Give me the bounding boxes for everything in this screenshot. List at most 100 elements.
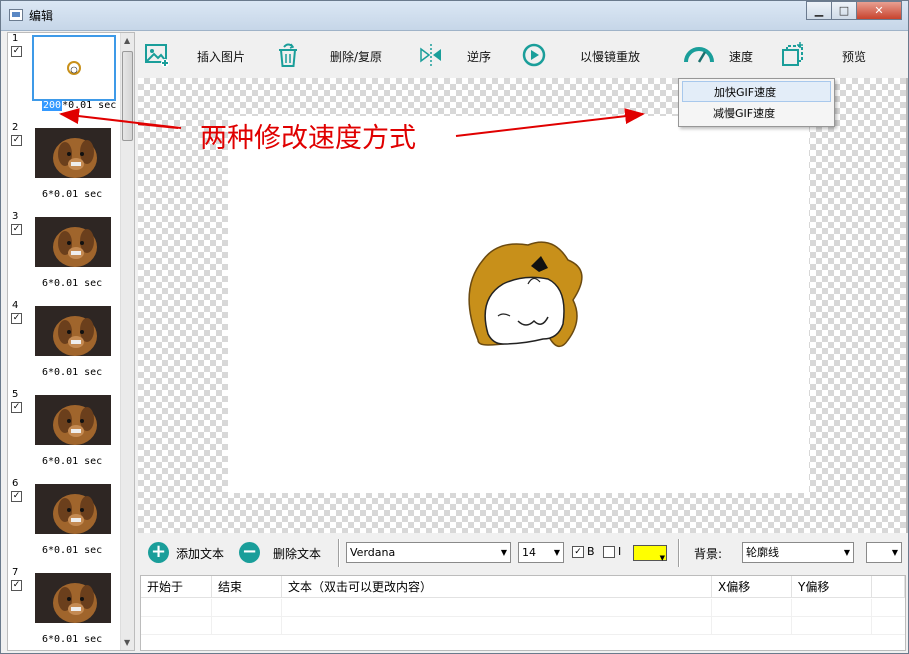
- dog-image: [35, 306, 111, 356]
- dog-thumbnail[interactable]: [35, 395, 111, 445]
- insert-image-button[interactable]: 插入图片: [197, 48, 245, 65]
- slow-replay-button[interactable]: 以慢镜重放: [580, 48, 640, 65]
- title-bar: 编辑 ▁ □ ✕: [1, 1, 908, 31]
- canvas-scrollbar[interactable]: [906, 78, 908, 533]
- frame-delay[interactable]: 6*0.01 sec: [42, 367, 102, 378]
- table-row[interactable]: [141, 599, 905, 617]
- frame-checkbox[interactable]: ✓: [11, 46, 22, 57]
- dog-thumbnail[interactable]: [35, 306, 111, 356]
- italic-checkbox[interactable]: [603, 546, 615, 558]
- delete-text-button[interactable]: 删除文本: [273, 545, 321, 562]
- chevron-down-icon: ▼: [500, 548, 507, 557]
- frame-checkbox[interactable]: ✓: [11, 135, 22, 146]
- frame-delay[interactable]: 200*0.01 sec: [42, 100, 116, 111]
- frame-delay[interactable]: 6*0.01 sec: [42, 189, 102, 200]
- column-header-start[interactable]: 开始于: [141, 576, 212, 598]
- frame-delay[interactable]: 6*0.01 sec: [42, 278, 102, 289]
- frame-delay[interactable]: 6*0.01 sec: [42, 456, 102, 467]
- column-header-x-offset[interactable]: X偏移: [712, 576, 792, 598]
- bold-label: B: [587, 545, 595, 558]
- bold-checkbox[interactable]: ✓: [572, 546, 584, 558]
- frame-item-6[interactable]: 6 ✓ 6*0.01 sec: [8, 478, 122, 567]
- text-color-picker[interactable]: ▼: [633, 545, 667, 562]
- editor-window: 编辑 ▁ □ ✕ 1 ✓ 200*0.01 sec 2 ✓ 6*0.01 sec…: [0, 0, 909, 654]
- speed-dropdown-menu: 加快GIF速度 减慢GIF速度: [678, 78, 835, 127]
- column-header-text[interactable]: 文本（双击可以更改内容）: [282, 576, 712, 598]
- dog-thumbnail[interactable]: [35, 128, 111, 178]
- menu-item-speed-up[interactable]: 加快GIF速度: [682, 81, 831, 102]
- frame-delay[interactable]: 6*0.01 sec: [42, 634, 102, 645]
- chevron-down-icon: ▼: [891, 548, 898, 557]
- font-size-select[interactable]: 14 ▼: [518, 542, 564, 563]
- frame-thumbnail-selected[interactable]: [32, 35, 116, 101]
- replay-icon[interactable]: [521, 42, 547, 68]
- scroll-down-icon[interactable]: ▼: [124, 638, 130, 647]
- trash-restore-icon[interactable]: [275, 42, 301, 68]
- frame-item-7[interactable]: 7 ✓ 6*0.01 sec: [8, 567, 122, 650]
- frame-checkbox[interactable]: ✓: [11, 491, 22, 502]
- preview-button[interactable]: 预览: [842, 48, 866, 65]
- background-label: 背景:: [694, 547, 723, 561]
- toolbar: 插入图片 删除/复原 逆序 以慢镜重放 速度 预览: [138, 32, 908, 78]
- minimize-button[interactable]: ▁: [806, 1, 832, 20]
- dog-thumbnail[interactable]: [35, 484, 111, 534]
- frame-checkbox[interactable]: ✓: [11, 402, 22, 413]
- dog-thumbnail[interactable]: [35, 217, 111, 267]
- text-layers-table[interactable]: 开始于 结束 文本（双击可以更改内容） X偏移 Y偏移: [140, 575, 906, 651]
- window-icon: [9, 9, 23, 21]
- frame-delay[interactable]: 6*0.01 sec: [42, 545, 102, 556]
- frame-item-4[interactable]: 4 ✓ 6*0.01 sec: [8, 300, 122, 389]
- column-header-y-offset[interactable]: Y偏移: [792, 576, 872, 598]
- frame-checkbox[interactable]: ✓: [11, 224, 22, 235]
- frame-number: 5: [12, 389, 19, 400]
- frame-item-1[interactable]: 1 ✓ 200*0.01 sec: [8, 33, 122, 122]
- reverse-icon[interactable]: [418, 42, 444, 68]
- font-select-value: Verdana: [350, 546, 396, 559]
- add-text-button[interactable]: 添加文本: [176, 545, 224, 562]
- close-button[interactable]: ✕: [856, 1, 902, 20]
- frame-item-3[interactable]: 3 ✓ 6*0.01 sec: [8, 211, 122, 300]
- window-title: 编辑: [29, 9, 54, 23]
- scroll-up-icon[interactable]: ▲: [124, 36, 130, 45]
- frame-number: 1: [12, 33, 19, 44]
- delete-restore-button[interactable]: 删除/复原: [330, 48, 382, 65]
- reverse-button[interactable]: 逆序: [467, 48, 491, 65]
- dog-image: [35, 217, 111, 267]
- scrollbar-thumb[interactable]: [122, 51, 133, 141]
- rage-face-image: [468, 241, 583, 348]
- delete-text-icon[interactable]: −: [239, 542, 260, 563]
- frame-list[interactable]: 1 ✓ 200*0.01 sec 2 ✓ 6*0.01 sec 3 ✓ 6*0.…: [7, 32, 135, 651]
- dog-image: [35, 573, 111, 623]
- column-header-filler: [872, 576, 905, 598]
- current-frame-image: [228, 116, 809, 493]
- frame-number: 4: [12, 300, 19, 311]
- frame-item-5[interactable]: 5 ✓ 6*0.01 sec: [8, 389, 122, 478]
- frame-checkbox[interactable]: ✓: [11, 580, 22, 591]
- toolbar-separator: [678, 539, 680, 567]
- face-thumbnail-image: [67, 61, 81, 75]
- frame-list-scrollbar[interactable]: ▲ ▼: [120, 33, 134, 650]
- frame-delay-input[interactable]: 200: [42, 100, 63, 111]
- maximize-button[interactable]: □: [831, 1, 857, 20]
- frame-checkbox[interactable]: ✓: [11, 313, 22, 324]
- table-row[interactable]: [141, 617, 905, 635]
- preview-canvas[interactable]: 两种修改速度方式: [138, 78, 908, 533]
- background-select-value: 轮廓线: [746, 546, 779, 559]
- frame-item-2[interactable]: 2 ✓ 6*0.01 sec: [8, 122, 122, 211]
- menu-item-slow-down[interactable]: 减慢GIF速度: [682, 103, 831, 124]
- frame-delay-unit: *0.01 sec: [62, 100, 117, 111]
- window-controls: ▁ □ ✕: [806, 1, 902, 21]
- preview-icon[interactable]: [780, 42, 806, 68]
- background-select[interactable]: 轮廓线 ▼: [742, 542, 854, 563]
- chevron-down-icon: ▼: [843, 548, 850, 557]
- speed-gauge-icon[interactable]: [682, 42, 716, 68]
- toolbar-separator: [338, 539, 340, 567]
- add-text-icon[interactable]: +: [148, 542, 169, 563]
- dog-thumbnail[interactable]: [35, 573, 111, 623]
- chevron-down-icon: ▼: [659, 554, 665, 562]
- speed-button[interactable]: 速度: [729, 48, 753, 65]
- font-select[interactable]: Verdana ▼: [346, 542, 511, 563]
- column-header-end[interactable]: 结束: [212, 576, 282, 598]
- background-color-picker[interactable]: ▼: [866, 542, 902, 563]
- insert-image-icon[interactable]: [144, 42, 170, 68]
